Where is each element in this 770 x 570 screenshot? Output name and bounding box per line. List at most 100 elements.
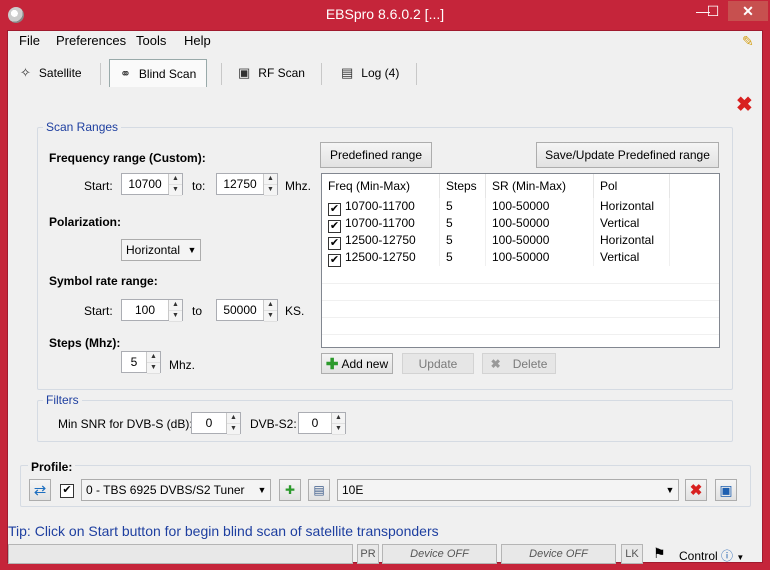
row-steps: 5 bbox=[440, 215, 486, 232]
menu-help[interactable]: Help bbox=[184, 33, 211, 48]
polarization-select[interactable]: Horizontal ▼ bbox=[121, 239, 201, 261]
tab-log-label: Log (4) bbox=[361, 66, 400, 80]
row-sr: 100-50000 bbox=[486, 232, 594, 249]
column-header-sr[interactable]: SR (Min-Max) bbox=[486, 174, 594, 198]
column-header-freq[interactable]: Freq (Min-Max) bbox=[322, 174, 440, 198]
dvb-s2-label: DVB-S2: bbox=[250, 417, 297, 431]
new-profile-icon[interactable]: ✚ bbox=[279, 479, 301, 501]
row-checkbox[interactable]: ✔ bbox=[328, 254, 341, 267]
min-snr-label: Min SNR for DVB-S (dB): bbox=[58, 417, 193, 431]
predefined-range-button[interactable]: Predefined range bbox=[320, 142, 432, 168]
column-header-pol[interactable]: Pol bbox=[594, 174, 670, 198]
binoculars-icon: ⚭ bbox=[120, 65, 131, 81]
add-new-button[interactable]: ✚ Add new bbox=[321, 353, 393, 374]
row-steps: 5 bbox=[440, 232, 486, 249]
row-freq: 12500-12750 bbox=[345, 233, 416, 247]
row-pol: Horizontal bbox=[594, 198, 670, 215]
tip-text: Tip: Click on Start button for begin bli… bbox=[8, 523, 439, 539]
satellite-value: 10E bbox=[342, 483, 364, 497]
stepper-arrows[interactable]: ▲ ▼ bbox=[168, 174, 182, 196]
start-frequency-value: 10700 bbox=[128, 177, 162, 191]
stepper-arrows[interactable]: ▲ ▼ bbox=[168, 300, 182, 322]
menu-tools[interactable]: Tools bbox=[136, 33, 166, 48]
stepper-arrows[interactable]: ▲ ▼ bbox=[226, 413, 240, 435]
tab-separator bbox=[416, 63, 417, 85]
table-row[interactable]: ✔ 12500-12750 5 100-50000 Vertical bbox=[322, 249, 719, 267]
satellite-select[interactable]: 10E ▼ bbox=[337, 479, 679, 501]
start-label: Start: bbox=[84, 179, 113, 193]
tab-rf-scan[interactable]: ▣ RF Scan bbox=[228, 59, 315, 87]
row-pol: Vertical bbox=[594, 249, 670, 266]
tab-separator bbox=[100, 63, 101, 85]
save-icon[interactable]: ▣ bbox=[715, 479, 737, 501]
tab-blind-scan[interactable]: ⚭ Blind Scan bbox=[109, 59, 208, 87]
menu-file[interactable]: File bbox=[19, 33, 40, 48]
device-status-2: Device OFF bbox=[501, 544, 616, 564]
column-header-steps[interactable]: Steps bbox=[440, 174, 486, 198]
table-row[interactable]: ✔ 10700-11700 5 100-50000 Horizontal bbox=[322, 198, 719, 216]
tab-rf-scan-label: RF Scan bbox=[258, 66, 305, 80]
menu-preferences[interactable]: Preferences bbox=[56, 33, 126, 48]
start-frequency-stepper[interactable]: 10700 ▲ ▼ bbox=[121, 173, 183, 196]
delete-label: Delete bbox=[512, 356, 548, 371]
frequency-range-label: Frequency range (Custom): bbox=[49, 151, 206, 165]
stepper-arrows[interactable]: ▲ ▼ bbox=[331, 413, 345, 435]
stepper-arrows[interactable]: ▲ ▼ bbox=[146, 352, 160, 374]
sr-end-value: 50000 bbox=[223, 303, 257, 317]
min-snr-value: 0 bbox=[205, 416, 213, 430]
save-update-predefined-button[interactable]: Save/Update Predefined range bbox=[536, 142, 719, 168]
close-tab-icon[interactable]: ✖ bbox=[736, 92, 753, 117]
main-window: File Preferences Tools Help ✎ ✧ Satellit… bbox=[7, 30, 763, 564]
profile-checkbox[interactable]: ✔ bbox=[60, 484, 74, 498]
signal-icon: ⚑ bbox=[653, 545, 666, 561]
steps-label: Steps (Mhz): bbox=[49, 336, 121, 350]
chevron-down-icon: ▼ bbox=[257, 485, 267, 495]
refresh-icon[interactable]: ⇄ bbox=[29, 479, 51, 501]
control-dropdown[interactable]: Control ⓘ ▼ bbox=[679, 547, 744, 564]
sr-start-value: 100 bbox=[134, 303, 156, 317]
sr-start-label: Start: bbox=[84, 304, 113, 318]
row-sr: 100-50000 bbox=[486, 215, 594, 232]
sr-start-stepper[interactable]: 100 ▲ ▼ bbox=[121, 299, 183, 322]
progress-bar bbox=[8, 544, 353, 564]
row-pol: Horizontal bbox=[594, 232, 670, 249]
min-snr-stepper[interactable]: 0 ▲ ▼ bbox=[191, 412, 241, 435]
end-frequency-stepper[interactable]: 12750 ▲ ▼ bbox=[216, 173, 278, 196]
sr-to-label: to bbox=[192, 304, 203, 318]
chevron-down-icon: ▼ bbox=[736, 553, 745, 562]
lk-indicator: LK bbox=[621, 544, 643, 564]
add-new-label: Add new bbox=[341, 356, 389, 371]
delete-button[interactable]: ✖ Delete bbox=[482, 353, 556, 374]
table-row[interactable]: ✔ 12500-12750 5 100-50000 Horizontal bbox=[322, 232, 719, 250]
monitor-icon: ▣ bbox=[238, 65, 251, 80]
dvb-s2-stepper[interactable]: 0 ▲ ▼ bbox=[298, 412, 346, 435]
chevron-down-icon: ▼ bbox=[665, 485, 675, 495]
pin-icon[interactable]: ✎ bbox=[742, 33, 758, 49]
table-gridline bbox=[322, 300, 719, 301]
tuner-value: 0 - TBS 6925 DVBS/S2 Tuner bbox=[86, 483, 245, 497]
delete-profile-icon[interactable]: ✖ bbox=[685, 479, 707, 501]
frequency-unit: Mhz. bbox=[285, 179, 312, 193]
filters-legend: Filters bbox=[43, 393, 82, 407]
device-status-1: Device OFF bbox=[382, 544, 497, 564]
table-row[interactable]: ✔ 10700-11700 5 100-50000 Vertical bbox=[322, 215, 719, 233]
symbol-rate-label: Symbol rate range: bbox=[49, 274, 158, 288]
stepper-arrows[interactable]: ▲ ▼ bbox=[263, 300, 277, 322]
tab-blind-scan-label: Blind Scan bbox=[138, 66, 197, 81]
document-icon: ▤ bbox=[341, 65, 354, 80]
window-title: EBSpro 8.6.0.2 [...] bbox=[325, 6, 445, 22]
satellite-icon: ✧ bbox=[20, 65, 31, 80]
stepper-arrows[interactable]: ▲ ▼ bbox=[263, 174, 277, 196]
close-window-button[interactable]: ✕ bbox=[728, 1, 768, 21]
edit-profile-icon[interactable]: ▤ bbox=[308, 479, 330, 501]
steps-stepper[interactable]: 5 ▲ ▼ bbox=[121, 351, 161, 374]
tab-log[interactable]: ▤ Log (4) bbox=[331, 59, 409, 87]
sr-end-stepper[interactable]: 50000 ▲ ▼ bbox=[216, 299, 278, 322]
tab-satellite[interactable]: ✧ Satellite bbox=[10, 59, 92, 87]
update-button[interactable]: Update bbox=[402, 353, 474, 374]
chevron-down-icon: ▼ bbox=[187, 245, 197, 255]
tuner-select[interactable]: 0 - TBS 6925 DVBS/S2 Tuner ▼ bbox=[81, 479, 271, 501]
menu-bar: File Preferences Tools Help ✎ bbox=[8, 31, 762, 51]
tab-separator bbox=[321, 63, 322, 85]
maximize-button[interactable]: ☐ bbox=[700, 1, 726, 21]
